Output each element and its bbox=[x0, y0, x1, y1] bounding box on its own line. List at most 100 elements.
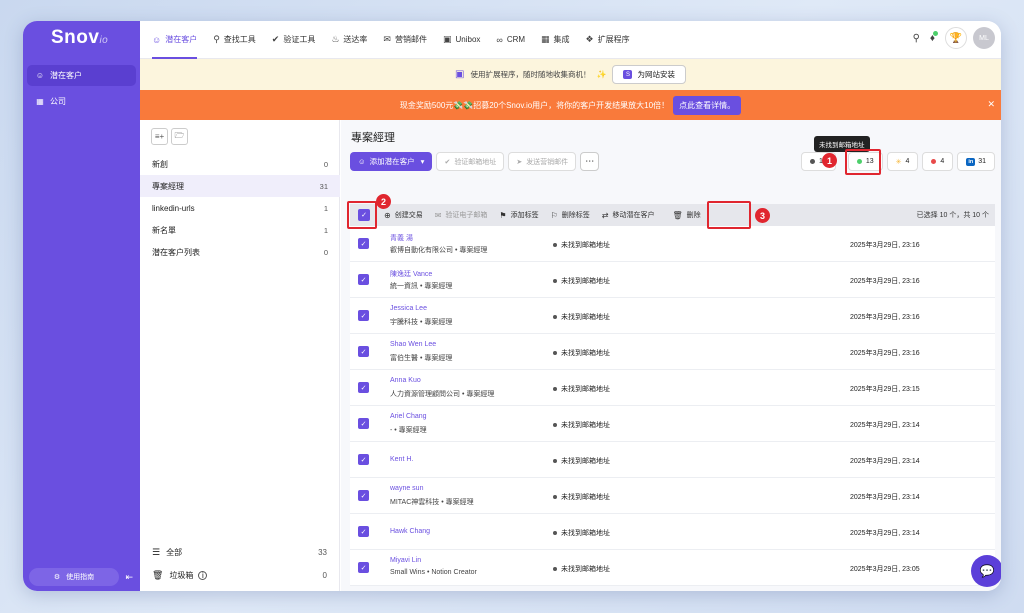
search-icon[interactable]: ⚲ bbox=[913, 33, 920, 44]
stat-invalid[interactable]: 4 bbox=[922, 152, 954, 171]
annotation-badge: 2 bbox=[376, 194, 391, 209]
table-row[interactable]: ✓ Miyavi Lin Small Wins • Notion Creator 未找… bbox=[350, 550, 995, 586]
row-checkbox[interactable]: ✓ bbox=[358, 526, 369, 537]
nav-label: 潜在客户 bbox=[165, 35, 198, 44]
install-label: 为网站安装 bbox=[637, 70, 675, 79]
linkedin-icon: in bbox=[966, 157, 976, 166]
email-status: 未找到邮箱地址 bbox=[553, 492, 610, 502]
row-checkbox[interactable]: ✓ bbox=[358, 490, 369, 501]
nav-deliverability[interactable]: ♨ 送达率 bbox=[331, 21, 367, 59]
email-status: 未找到邮箱地址 bbox=[553, 348, 610, 358]
prospect-name[interactable]: Anna Kuo bbox=[390, 377, 421, 384]
add-list-icon[interactable]: ≡+ bbox=[151, 128, 168, 145]
list-name: 專案經理 bbox=[152, 181, 184, 191]
sidebar-item-prospects[interactable]: ☺ 潜在客户 bbox=[27, 65, 136, 86]
flame-icon: ♨ bbox=[331, 34, 340, 44]
list-item[interactable]: 專案經理 31 bbox=[140, 175, 340, 197]
action-row: ☺ 添加潜在客户 ▾ ✔ 验证邮箱地址 ➤ 发送营销邮件 ⋯ bbox=[350, 152, 600, 171]
install-extension-button[interactable]: S 为网站安装 bbox=[612, 65, 686, 84]
bell-icon[interactable]: ♦ bbox=[930, 30, 938, 44]
verify-email-button[interactable]: ✔ 验证邮箱地址 bbox=[436, 152, 505, 171]
sidebar-item-companies[interactable]: ▦ 公司 bbox=[27, 91, 136, 112]
table-row[interactable]: ✓ Anna Kuo 人力資源管理顧問公司 • 專案經理 未找到邮箱地址 2025年3月… bbox=[350, 370, 995, 406]
table-row[interactable]: ✓ Hawk Chang 未找到邮箱地址 2025年3月29日, 23:14 bbox=[350, 514, 995, 550]
more-options-button[interactable]: ⋯ bbox=[580, 152, 600, 171]
banner-cta-link[interactable]: 点此查看详情。 bbox=[673, 95, 742, 115]
table-row[interactable]: ✓ Jessica Lee 宇騰科技 • 專案經理 未找到邮箱地址 2025年3月29日… bbox=[350, 298, 995, 334]
prospect-lists-panel: ≡+ 🗁 新創 0 專案經理 31 linkedin-urls 1 新名單 1 潜在客户… bbox=[140, 120, 340, 591]
avatar[interactable]: ML bbox=[973, 27, 995, 49]
table-row[interactable]: ✓ Shao Wen Lee 富伯生醫 • 專案經理 未找到邮箱地址 2025年3月29… bbox=[350, 334, 995, 370]
table-row[interactable]: ✓ Ariel Chang - • 專案經理 未找到邮箱地址 2025年3月29日, 2… bbox=[350, 406, 995, 442]
collapse-sidebar-icon[interactable]: ⇤ bbox=[125, 572, 133, 583]
row-checkbox[interactable]: ✓ bbox=[358, 274, 369, 285]
trash-icon: 🗑 bbox=[152, 570, 164, 580]
row-checkbox[interactable]: ✓ bbox=[358, 562, 369, 573]
nav-label: 送达率 bbox=[343, 35, 368, 44]
nav-unibox[interactable]: ▣ Unibox bbox=[443, 21, 480, 59]
add-folder-icon[interactable]: 🗁 bbox=[171, 128, 188, 145]
prospect-company: - • 專案經理 bbox=[390, 427, 427, 434]
nav-prospects[interactable]: ☺ 潜在客户 bbox=[152, 21, 198, 59]
move-prospects-button[interactable]: ⇄ 移动潜在客户 bbox=[602, 210, 655, 220]
table-row[interactable]: ✓ 青義 湯叡博自動化有限公司 • 專案經理 未找到邮箱地址 2025年3月29日, … bbox=[350, 226, 995, 262]
list-item[interactable]: 潜在客户列表 0 bbox=[140, 241, 340, 263]
status-dot bbox=[553, 495, 557, 499]
create-deal-button[interactable]: ⊕ 创建交易 bbox=[384, 210, 423, 220]
row-checkbox[interactable]: ✓ bbox=[358, 346, 369, 357]
nav-finder[interactable]: ⚲ 查找工具 bbox=[213, 21, 256, 59]
close-icon[interactable]: ✕ bbox=[987, 99, 995, 110]
prospect-name[interactable]: Kent H. bbox=[390, 456, 413, 463]
row-checkbox[interactable]: ✓ bbox=[358, 454, 369, 465]
user-guide-button[interactable]: ⚙ 使用指南 bbox=[29, 568, 119, 586]
list-item[interactable]: linkedin-urls 1 bbox=[140, 197, 340, 219]
prospect-name[interactable]: Ariel Chang bbox=[390, 413, 427, 420]
row-checkbox[interactable]: ✓ bbox=[358, 238, 369, 249]
prospect-name[interactable]: 陳逸廷 Vance bbox=[390, 269, 432, 279]
nav-extensions[interactable]: ❖ 扩展程序 bbox=[586, 21, 630, 59]
prospect-name[interactable]: wayne sun bbox=[390, 485, 423, 492]
delete-button[interactable]: 🗑 删除 bbox=[672, 210, 700, 220]
row-checkbox[interactable]: ✓ bbox=[358, 382, 369, 393]
nav-integrations[interactable]: ▦ 集成 bbox=[541, 21, 570, 59]
top-navigation: ☺ 潜在客户 ⚲ 查找工具 ✔ 验证工具 ♨ 送达率 ✉ 营销邮件 ▣ Unibox ∞ CR… bbox=[140, 21, 1001, 59]
prospect-name[interactable]: 青義 湯 bbox=[390, 233, 413, 243]
list-item[interactable]: 新名單 1 bbox=[140, 219, 340, 241]
logo[interactable]: Snovio bbox=[51, 27, 108, 49]
table-row[interactable]: ✓ 陳逸廷 Vance 統一資訊 • 專案經理 未找到邮箱地址 2025年3月29日, … bbox=[350, 262, 995, 298]
add-tag-button[interactable]: ⚑ 添加标签 bbox=[499, 210, 538, 220]
nav-campaigns[interactable]: ✉ 营销邮件 bbox=[383, 21, 427, 59]
table-row[interactable]: ✓ Kent H. 未找到邮箱地址 2025年3月29日, 23:14 bbox=[350, 442, 995, 478]
prospect-name[interactable]: Jessica Lee bbox=[390, 305, 427, 312]
row-checkbox[interactable]: ✓ bbox=[358, 310, 369, 321]
create-deal-label: 创建交易 bbox=[394, 212, 423, 219]
prospect-name[interactable]: Miyavi Lin bbox=[390, 557, 421, 564]
stat-unknown[interactable]: ✳ 4 bbox=[886, 152, 919, 171]
nav-crm[interactable]: ∞ CRM bbox=[496, 21, 525, 59]
added-date: 2025年3月29日, 23:14 bbox=[850, 422, 920, 429]
trophy-icon[interactable]: 🏆 bbox=[945, 27, 967, 49]
table-row[interactable]: ✓ wayne sun MITAC神雲科技 • 專案經理 未找到邮箱地址 2025年3月… bbox=[350, 478, 995, 514]
tag-remove-icon: ⚐ bbox=[550, 210, 558, 220]
notification-dot bbox=[933, 30, 938, 36]
extension-icon: ▣ bbox=[455, 69, 465, 80]
verify-email-toolbar-button[interactable]: ✉ 验证电子邮箱 bbox=[435, 210, 488, 220]
email-status: 未找到邮箱地址 bbox=[553, 528, 610, 538]
prospect-name[interactable]: Hawk Chang bbox=[390, 528, 430, 535]
all-lists-item[interactable]: ☰ 全部 33 bbox=[152, 547, 327, 558]
check-circle-icon: ✔ bbox=[444, 158, 451, 166]
email-status: 未找到邮箱地址 bbox=[553, 456, 610, 466]
status-dot bbox=[553, 423, 557, 427]
nav-verifier[interactable]: ✔ 验证工具 bbox=[272, 21, 316, 59]
prospect-name[interactable]: Shao Wen Lee bbox=[390, 341, 436, 348]
remove-tag-button[interactable]: ⚐ 删除标签 bbox=[551, 210, 590, 220]
trash-item[interactable]: 🗑 垃圾箱 i 0 bbox=[152, 570, 327, 581]
chat-icon[interactable]: 💬 bbox=[971, 555, 1001, 587]
list-item[interactable]: 新創 0 bbox=[140, 153, 340, 175]
status-dot bbox=[553, 243, 557, 247]
stat-linkedin[interactable]: in 31 bbox=[957, 152, 995, 171]
row-checkbox[interactable]: ✓ bbox=[358, 418, 369, 429]
nav-label: 营销邮件 bbox=[394, 35, 427, 44]
add-prospect-button[interactable]: ☺ 添加潜在客户 ▾ bbox=[350, 152, 433, 171]
send-campaign-button[interactable]: ➤ 发送营销邮件 bbox=[508, 152, 577, 171]
